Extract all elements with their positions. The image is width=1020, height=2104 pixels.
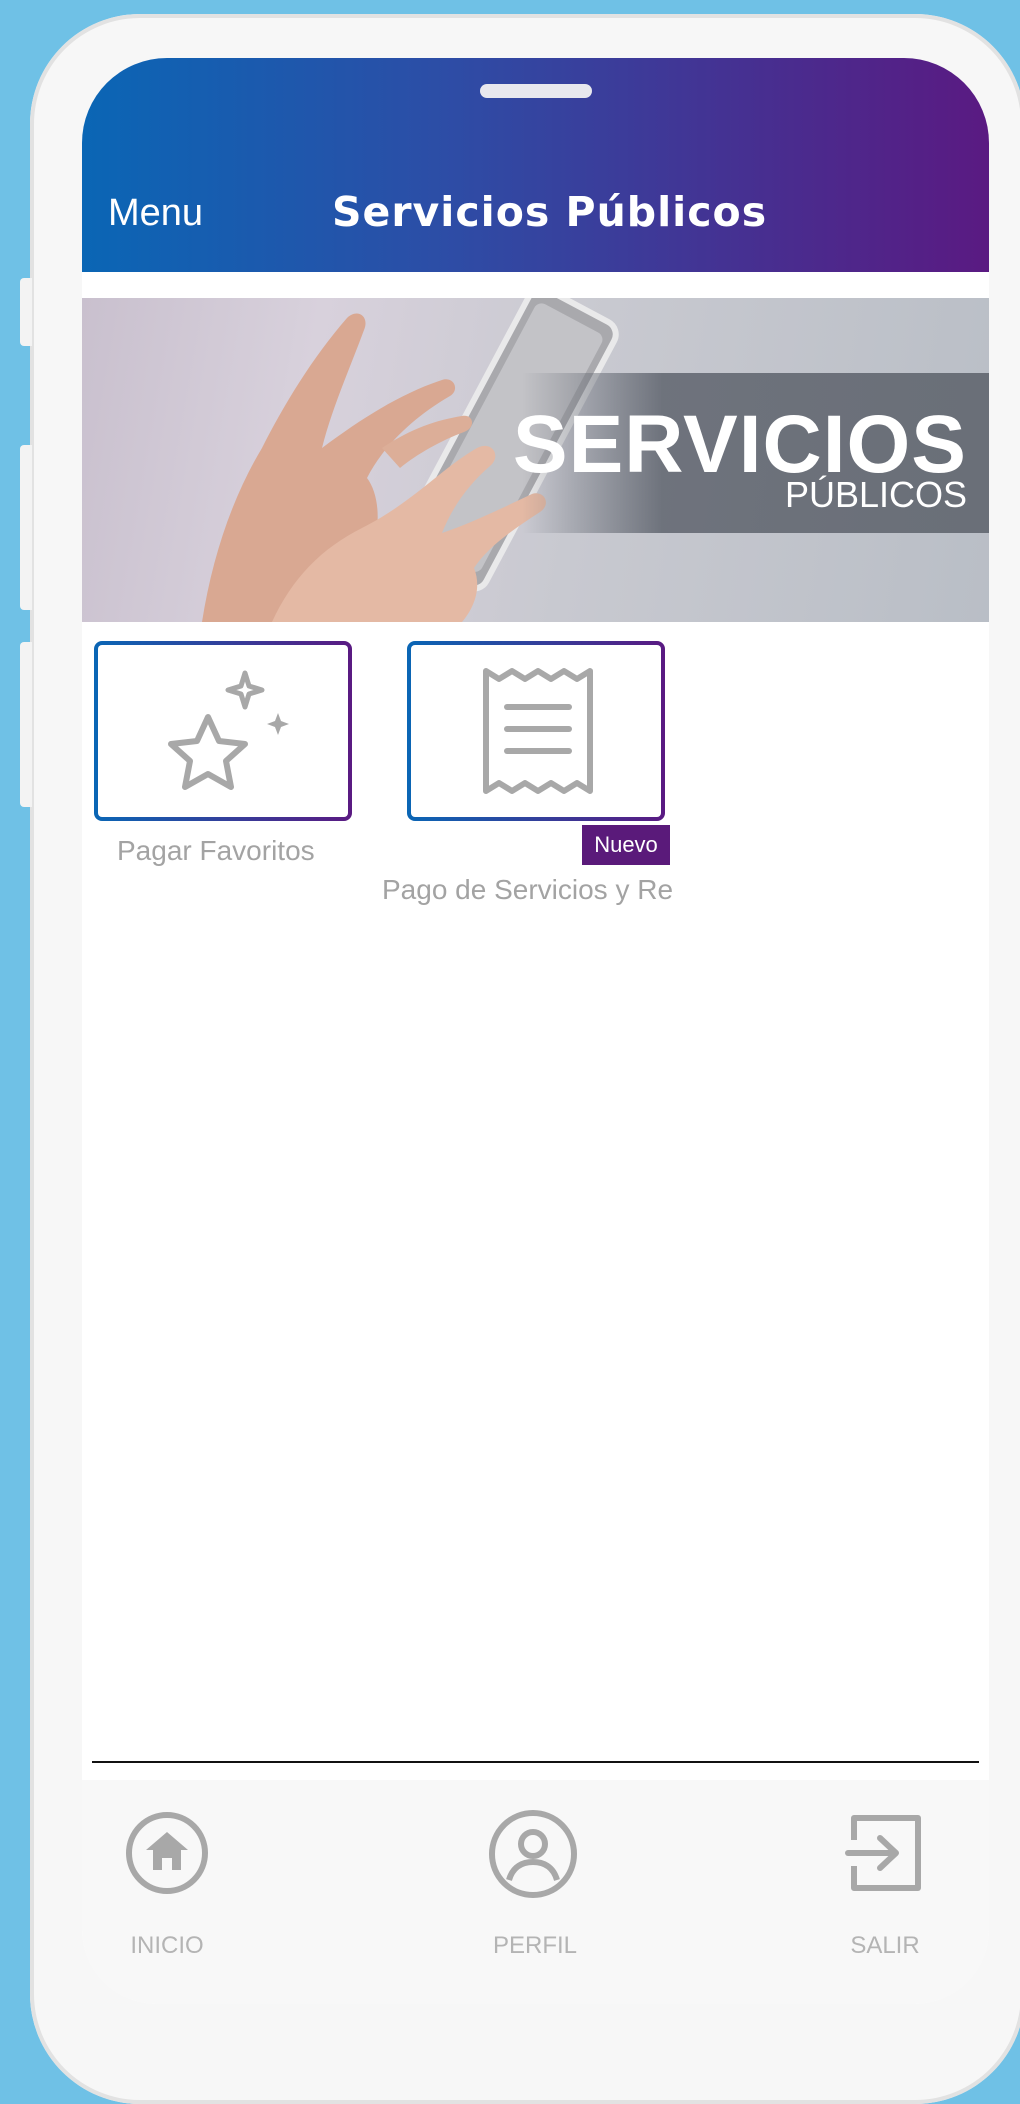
new-badge: Nuevo (582, 825, 670, 865)
phone-side-button (20, 278, 32, 346)
sparkle-star-icon (168, 670, 289, 790)
nav-inicio[interactable]: INICIO (82, 1780, 282, 2004)
profile-icon (489, 1810, 577, 1898)
nav-divider (92, 1761, 979, 1763)
app-header: Menu Servicios Públicos (82, 58, 989, 272)
tile-pago-servicios-label-clip: Pago de Servicios y Re (382, 874, 694, 906)
page-title: Servicios Públicos (332, 188, 768, 236)
banner-subheadline: PÚBLICOS (784, 474, 967, 515)
home-icon (126, 1812, 208, 1894)
phone-volume-down-button (20, 642, 32, 807)
menu-button[interactable]: Menu (108, 192, 203, 235)
nav-perfil-label: PERFIL (492, 1932, 578, 1959)
tile-pagar-favoritos[interactable] (94, 641, 352, 821)
tile-pago-servicios-label: Pago de Servicios y Re (382, 874, 674, 905)
app-screen: Menu Servicios Públicos SERVICIOS PÚBLIC… (82, 58, 989, 2004)
tile-pago-servicios[interactable] (407, 641, 665, 821)
nav-salir[interactable]: SALIR (782, 1780, 982, 2004)
logout-icon (845, 1815, 921, 1891)
nav-inicio-label: INICIO (130, 1932, 204, 1959)
bottom-nav: INICIO PERFIL SALIR (82, 1780, 989, 2004)
drag-handle (480, 84, 592, 98)
nav-salir-label: SALIR (850, 1932, 920, 1959)
nav-perfil[interactable]: PERFIL (435, 1780, 635, 2004)
services-banner: SERVICIOS PÚBLICOS (82, 298, 989, 622)
phone-volume-up-button (20, 445, 32, 610)
tile-pagar-favoritos-label: Pagar Favoritos (117, 835, 315, 866)
receipt-icon (483, 668, 593, 794)
